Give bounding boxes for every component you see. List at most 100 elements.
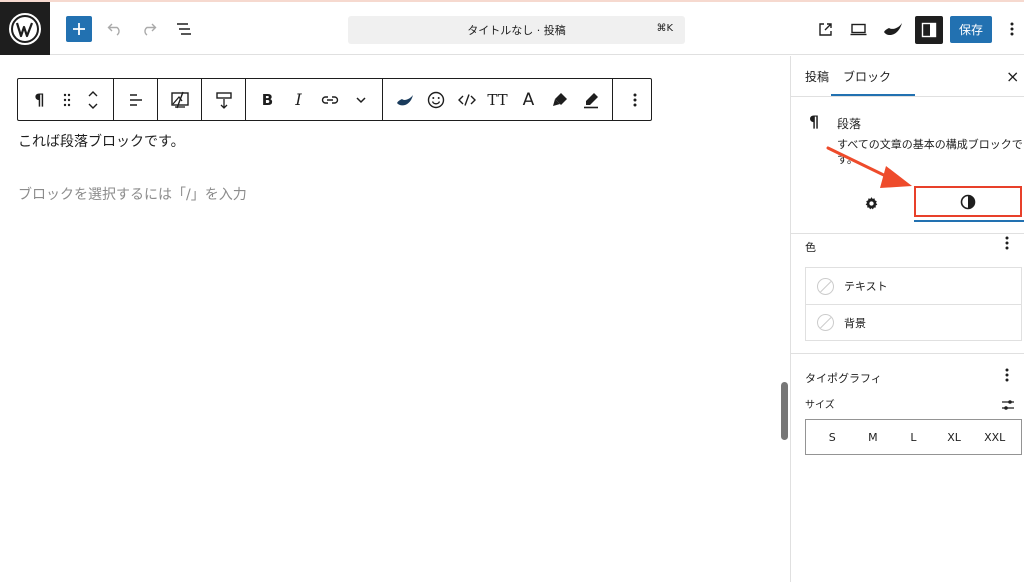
contrast-icon <box>960 194 976 209</box>
text-color-item[interactable]: テキスト <box>806 268 1021 304</box>
pilcrow-icon: ¶ <box>34 90 45 109</box>
more-vertical-icon <box>1010 22 1014 36</box>
tab-block-styles[interactable] <box>914 186 1022 217</box>
bold-icon: B <box>261 90 274 109</box>
more-vertical-icon <box>1005 368 1009 382</box>
chevron-up-down-icon <box>88 90 98 109</box>
command-palette-bar[interactable]: タイトルなし · 投稿 ⌘K <box>348 16 685 44</box>
line-height-button[interactable] <box>208 79 239 120</box>
tab-post[interactable]: 投稿 <box>805 68 829 85</box>
background-color-item[interactable]: 背景 <box>806 304 1021 340</box>
link-icon <box>321 95 338 104</box>
toolbar-group-image <box>158 79 202 120</box>
drag-dots-icon <box>63 93 71 106</box>
font-size-button[interactable]: TT <box>482 79 513 120</box>
inline-code-button[interactable] <box>451 79 482 120</box>
typography-options-button[interactable] <box>1005 368 1009 386</box>
emoji-button[interactable] <box>420 79 451 120</box>
desktop-icon <box>850 23 866 35</box>
external-link-icon <box>818 22 832 36</box>
link-button[interactable] <box>314 79 345 120</box>
add-block-button[interactable] <box>66 16 92 42</box>
block-card-title: 段落 <box>837 117 862 131</box>
italic-button[interactable]: I <box>283 79 314 120</box>
plugin-format-button[interactable] <box>389 79 420 120</box>
settings-sidebar-toggle[interactable] <box>915 16 943 44</box>
custom-size-toggle[interactable] <box>1001 396 1015 415</box>
plugin-button[interactable] <box>880 17 906 41</box>
plus-icon <box>73 23 85 35</box>
text-color-label: テキスト <box>844 280 888 293</box>
redo-button[interactable] <box>138 18 160 40</box>
text-spacing-icon <box>215 91 232 109</box>
editor-scrollbar[interactable] <box>778 56 790 582</box>
marker-icon <box>583 92 598 108</box>
undo-button[interactable] <box>104 18 126 40</box>
toolbar-group-block: ¶ <box>18 79 114 120</box>
sidebar-tabs: 投稿 ブロック × <box>791 56 1024 97</box>
toolbar-group-extra: TT A <box>383 79 613 120</box>
pilcrow-icon: ¶ <box>809 112 820 131</box>
block-card: ¶ 段落 すべての文章の基本の構成ブロックです。 <box>791 97 1024 222</box>
marker-button[interactable] <box>575 79 606 120</box>
more-vertical-icon <box>633 93 636 106</box>
size-option-xxl[interactable]: XXL <box>977 431 1013 444</box>
leaf-logo-icon <box>884 23 902 36</box>
size-option-m[interactable]: M <box>855 431 891 444</box>
letter-a-icon: A <box>522 89 535 110</box>
tab-block-settings[interactable] <box>831 186 911 220</box>
empty-swatch-icon <box>817 277 834 295</box>
scrollbar-thumb[interactable] <box>781 382 788 440</box>
size-option-s[interactable]: S <box>814 431 850 444</box>
section-divider <box>791 353 1024 354</box>
editor-canvas: ¶ B I TT A これば段落ブロックです。 ブロックを選択するには「/」を入… <box>0 56 778 582</box>
chevron-down-icon <box>355 96 366 103</box>
highlighter-icon <box>552 92 567 106</box>
toolbar-group-options <box>613 79 656 120</box>
block-type-button[interactable]: ¶ <box>24 79 55 120</box>
bold-button[interactable]: B <box>252 79 283 120</box>
paragraph-block[interactable]: これば段落ブロックです。 <box>18 131 185 151</box>
active-tab-indicator <box>831 94 915 96</box>
more-vertical-icon <box>1005 236 1009 250</box>
text-size-icon: TT <box>487 90 508 109</box>
move-up-down-button[interactable] <box>79 79 107 120</box>
toolbar-group-format: B I <box>246 79 383 120</box>
color-settings-box: テキスト 背景 <box>805 267 1022 341</box>
view-post-button[interactable] <box>814 18 836 40</box>
wordpress-icon <box>9 12 41 45</box>
toolbar-group-align <box>114 79 158 120</box>
color-section-title: 色 <box>805 241 816 254</box>
options-menu-button[interactable] <box>1004 18 1020 40</box>
size-option-l[interactable]: L <box>895 431 931 444</box>
document-overview-button[interactable] <box>173 18 195 40</box>
block-options-button[interactable] <box>619 79 650 120</box>
font-size-label: サイズ <box>805 400 835 411</box>
leaf-logo-icon <box>396 94 413 105</box>
editor-header: タイトルなし · 投稿 ⌘K 保存 <box>0 2 1024 55</box>
close-sidebar-button[interactable]: × <box>1006 67 1019 86</box>
size-option-xl[interactable]: XL <box>936 431 972 444</box>
list-view-icon <box>177 23 191 35</box>
wordpress-logo-button[interactable] <box>0 2 50 55</box>
align-button[interactable] <box>120 79 151 120</box>
document-title: タイトルなし · 投稿 <box>467 24 566 37</box>
settings-sidebar: 投稿 ブロック × ¶ 段落 すべての文章の基本の構成ブロックです。 色 テキス… <box>790 56 1024 582</box>
align-left-icon <box>129 93 142 106</box>
preview-button[interactable] <box>846 18 870 40</box>
highlight-button[interactable] <box>544 79 575 120</box>
smiley-icon <box>427 91 444 108</box>
drag-handle[interactable] <box>55 79 79 120</box>
save-button[interactable]: 保存 <box>950 16 992 43</box>
text-color-button[interactable]: A <box>513 79 544 120</box>
tab-block[interactable]: ブロック <box>843 68 891 85</box>
drop-cap-button[interactable] <box>164 79 195 120</box>
redo-icon <box>144 23 157 36</box>
block-appender-placeholder[interactable]: ブロックを選択するには「/」を入力 <box>18 184 247 204</box>
gear-icon <box>865 196 877 209</box>
shortcut-hint: ⌘K <box>656 23 673 34</box>
font-size-picker: S M L XL XXL <box>805 419 1022 455</box>
sidebar-icon <box>921 22 937 38</box>
more-formats-button[interactable] <box>345 79 376 120</box>
color-options-button[interactable] <box>1005 236 1009 254</box>
